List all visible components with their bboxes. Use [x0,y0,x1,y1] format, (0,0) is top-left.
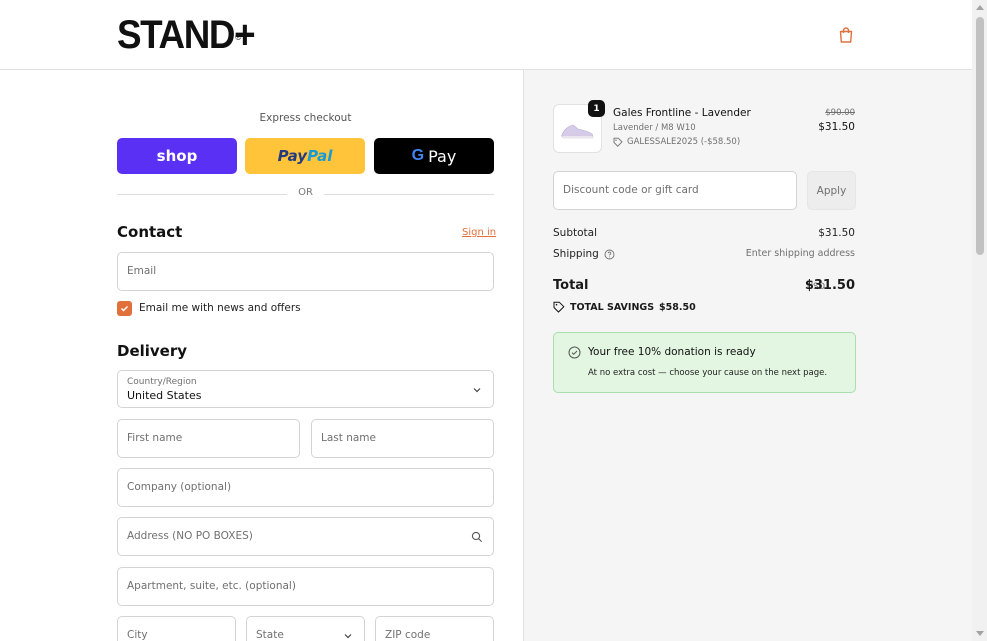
quantity-badge: 1 [588,100,605,117]
check-icon [120,305,129,312]
subtotal-value: $31.50 [818,227,855,239]
scroll-up-arrow[interactable] [976,5,984,10]
first-name-field[interactable]: First name [117,419,300,458]
product-discount: GALESSALE2025 (-$58.50) [613,137,740,147]
registered-mark: ® [235,32,242,42]
discount-code-field[interactable]: Discount code or gift card [553,171,797,210]
country-select[interactable]: Country/Region United States [117,370,494,408]
shop-pay-button[interactable]: shop [117,138,237,174]
email-field[interactable]: Email [117,252,494,291]
delivery-title: Delivery [117,342,188,360]
paypal-button[interactable]: Pay Pal [245,138,365,174]
state-select[interactable]: State [246,616,365,641]
donation-title: Your free 10% donation is ready [588,346,756,358]
shipping-label: Shipping [553,248,615,260]
city-field[interactable]: City [117,616,236,641]
apartment-field[interactable]: Apartment, suite, etc. (optional) [117,567,494,606]
shopping-bag-icon[interactable] [837,26,855,44]
search-icon [471,531,482,542]
shipping-value: Enter shipping address [745,248,855,259]
chevron-down-icon [473,388,481,393]
subtotal-label: Subtotal [553,227,597,239]
total-savings: TOTAL SAVINGS $58.50 [553,301,696,313]
scroll-down-arrow[interactable] [976,631,984,636]
newsletter-label: Email me with news and offers [139,302,301,314]
last-name-field[interactable]: Last name [311,419,494,458]
zip-field[interactable]: ZIP code [375,616,494,641]
contact-title: Contact [117,223,183,241]
google-g-icon: G [411,147,425,164]
apply-button[interactable]: Apply [807,171,856,210]
or-divider: OR [117,186,494,202]
tag-icon [613,137,623,147]
logo[interactable]: STAND+ ® [117,13,256,57]
total-label: Total [553,278,589,293]
donation-text: At no extra cost — choose your cause on … [588,368,828,378]
express-checkout-label: Express checkout [259,112,352,124]
check-circle-icon [568,346,581,359]
order-summary: 1 Gales Frontline - Lavender Lavender / … [523,70,972,641]
sign-in-link[interactable]: Sign in [462,227,496,238]
total-value: $31.50 [804,278,855,293]
tag-icon [553,301,565,313]
product-name: Gales Frontline - Lavender [613,107,751,119]
header: STAND+ ® [0,0,972,70]
product-variant: Lavender / M8 W10 [613,123,696,133]
scroll-thumb[interactable] [976,17,984,255]
scrollbar[interactable] [972,0,987,641]
address-field[interactable]: Address (NO PO BOXES) [117,517,494,556]
original-price: $90.00 [825,108,855,118]
donation-banner: Your free 10% donation is ready At no ex… [553,332,856,393]
newsletter-checkbox[interactable] [117,301,132,316]
checkout-form: Express checkout shop Pay Pal G Pay OR Con… [0,70,523,641]
google-pay-button[interactable]: G Pay [374,138,494,174]
help-icon[interactable] [604,249,615,260]
chevron-down-icon [344,634,352,639]
sale-price: $31.50 [818,121,855,133]
company-field[interactable]: Company (optional) [117,468,494,507]
